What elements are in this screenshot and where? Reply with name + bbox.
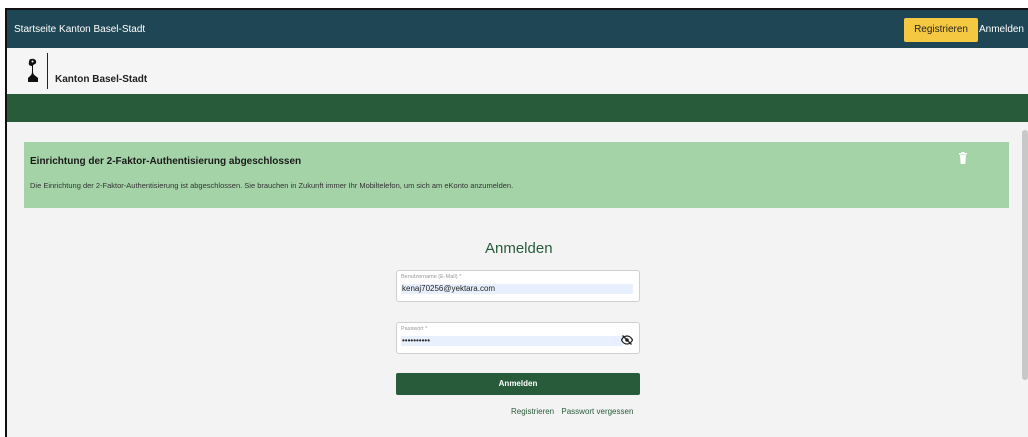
login-link[interactable]: Anmelden bbox=[979, 18, 1024, 42]
form-links: Registrieren Passwort vergessen bbox=[511, 407, 638, 416]
password-label: Passwort * bbox=[401, 326, 428, 332]
password-input[interactable]: •••••••••• bbox=[401, 336, 623, 346]
green-banner bbox=[7, 94, 1028, 122]
login-submit-button[interactable]: Anmelden bbox=[396, 373, 640, 395]
alert-title: Einrichtung der 2-Faktor-Authentisierung… bbox=[30, 156, 302, 167]
login-title: Anmelden bbox=[485, 240, 553, 257]
basel-crest-logo[interactable] bbox=[25, 58, 41, 84]
trash-icon[interactable] bbox=[958, 152, 968, 164]
forgot-password-link[interactable]: Passwort vergessen bbox=[561, 407, 633, 416]
main-content: Einrichtung der 2-Faktor-Authentisierung… bbox=[7, 122, 1028, 437]
brand-divider bbox=[47, 53, 48, 89]
home-link[interactable]: Startseite Kanton Basel-Stadt bbox=[14, 24, 145, 35]
brand-header: Kanton Basel-Stadt bbox=[7, 48, 1028, 94]
password-field[interactable]: Passwort * •••••••••• bbox=[396, 322, 640, 354]
brand-name: Kanton Basel-Stadt bbox=[55, 73, 148, 85]
register-link[interactable]: Registrieren bbox=[511, 407, 554, 416]
username-label: Benutzername (E-Mail) * bbox=[401, 274, 462, 280]
browser-viewport: Startseite Kanton Basel-Stadt Registrier… bbox=[5, 8, 1028, 437]
eye-off-icon[interactable] bbox=[621, 335, 633, 345]
success-alert: Einrichtung der 2-Faktor-Authentisierung… bbox=[24, 142, 1009, 208]
username-field[interactable]: Benutzername (E-Mail) * kenaj70256@yekta… bbox=[396, 270, 640, 302]
top-navigation-bar: Startseite Kanton Basel-Stadt Registrier… bbox=[7, 10, 1028, 48]
alert-message: Die Einrichtung der 2-Faktor-Authentisie… bbox=[30, 181, 514, 190]
username-input[interactable]: kenaj70256@yektara.com bbox=[401, 284, 633, 294]
page-scrollbar[interactable] bbox=[1022, 130, 1028, 380]
register-button[interactable]: Registrieren bbox=[904, 18, 978, 42]
